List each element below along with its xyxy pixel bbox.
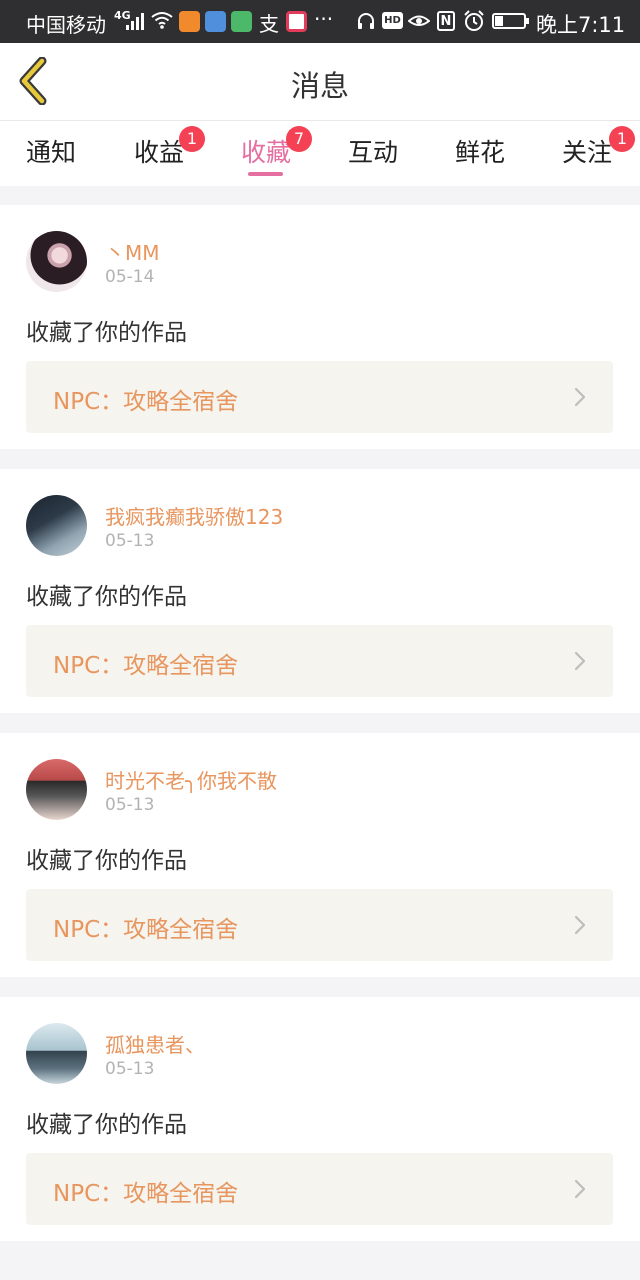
work-link[interactable]: NPC：攻略全宿舍 — [26, 361, 613, 433]
tab-label: 通知 — [26, 138, 77, 167]
tab-label: 鲜花 — [455, 138, 506, 167]
timestamp: 05-13 — [105, 795, 155, 815]
action-text: 收藏了你的作品 — [26, 1112, 187, 1138]
carrier-label: 中国移动 — [26, 13, 106, 37]
timestamp: 05-13 — [105, 1059, 155, 1079]
tab-flowers[interactable]: 鲜花 — [455, 133, 505, 169]
work-link[interactable]: NPC：攻略全宿舍 — [26, 1153, 613, 1225]
tab-label: 关注 — [562, 138, 613, 167]
tab-label: 互动 — [348, 138, 399, 167]
work-title: NPC：攻略全宿舍 — [53, 653, 239, 679]
tab-interaction[interactable]: 互动 — [348, 133, 398, 169]
work-title: NPC：攻略全宿舍 — [53, 1181, 239, 1207]
app-icon — [286, 11, 307, 32]
action-text: 收藏了你的作品 — [26, 320, 187, 346]
work-title: NPC：攻略全宿舍 — [53, 917, 239, 943]
timestamp: 05-14 — [105, 267, 155, 287]
nfc-icon: N — [437, 11, 455, 31]
notification-card: 丶MM 05-14 收藏了你的作品 NPC：攻略全宿舍 — [0, 205, 640, 449]
notification-card: 时光不老╮你我不散 05-13 收藏了你的作品 NPC：攻略全宿舍 — [0, 733, 640, 977]
signal-icon — [126, 12, 146, 30]
notification-card: 孤独患者、 05-13 收藏了你的作品 NPC：攻略全宿舍 — [0, 997, 640, 1241]
work-title: NPC：攻略全宿舍 — [53, 389, 239, 415]
clock: 晚上7:11 — [536, 13, 626, 37]
work-link[interactable]: NPC：攻略全宿舍 — [26, 625, 613, 697]
unread-badge: 1 — [179, 126, 205, 152]
tab-favorites[interactable]: 收藏 7 — [241, 126, 312, 169]
notification-card: 我疯我癫我骄傲123 05-13 收藏了你的作品 NPC：攻略全宿舍 — [0, 469, 640, 713]
chevron-right-icon — [574, 915, 586, 935]
more-icon: ··· — [314, 7, 334, 31]
tab-label: 收藏 — [241, 138, 292, 167]
work-link[interactable]: NPC：攻略全宿舍 — [26, 889, 613, 961]
timestamp: 05-13 — [105, 531, 155, 551]
avatar[interactable] — [26, 1023, 87, 1084]
chevron-right-icon — [574, 387, 586, 407]
tab-notice[interactable]: 通知 — [26, 133, 76, 169]
avatar[interactable] — [26, 495, 87, 556]
action-text: 收藏了你的作品 — [26, 584, 187, 610]
tab-follows[interactable]: 关注 1 — [562, 126, 635, 169]
status-bar: 中国移动 4G 支 ··· HD N 晚上7:11 — [0, 0, 640, 43]
username-link[interactable]: 我疯我癫我骄傲123 — [105, 501, 283, 530]
chevron-right-icon — [574, 1179, 586, 1199]
tab-bar: 通知 收益 1 收藏 7 互动 鲜花 关注 1 — [0, 120, 640, 186]
username-link[interactable]: 孤独患者、 — [105, 1029, 205, 1058]
app-icon — [205, 11, 226, 32]
chevron-right-icon — [574, 651, 586, 671]
alarm-icon — [464, 10, 484, 31]
headset-icon — [358, 13, 374, 29]
eye-icon — [408, 15, 430, 26]
app-icon — [179, 11, 200, 32]
battery-level — [495, 16, 503, 26]
app-icon — [231, 11, 252, 32]
tab-earnings[interactable]: 收益 1 — [134, 126, 205, 169]
username-link[interactable]: 丶MM — [105, 237, 160, 266]
avatar[interactable] — [26, 759, 87, 820]
battery-icon — [492, 13, 529, 29]
tab-label: 收益 — [134, 138, 185, 167]
unread-badge: 7 — [286, 126, 312, 152]
avatar[interactable] — [26, 231, 87, 292]
alipay-icon: 支 — [259, 12, 279, 36]
unread-badge: 1 — [609, 126, 635, 152]
action-text: 收藏了你的作品 — [26, 848, 187, 874]
wifi-icon — [151, 12, 173, 29]
active-tab-indicator — [248, 172, 283, 176]
username-link[interactable]: 时光不老╮你我不散 — [105, 765, 277, 794]
hd-icon: HD — [382, 12, 403, 29]
app-header: 消息 — [0, 43, 640, 120]
page-title: 消息 — [290, 69, 349, 103]
